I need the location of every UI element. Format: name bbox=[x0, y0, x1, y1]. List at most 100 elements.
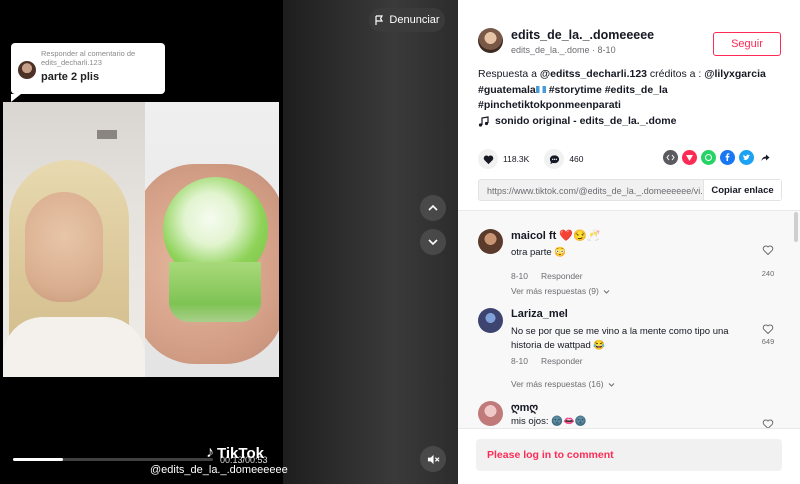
reply-comment-card: Responder al comentario de edits_decharl… bbox=[11, 43, 165, 102]
whatsapp-share-button[interactable] bbox=[701, 150, 716, 165]
author-username[interactable]: edits_de_la._.domeeeee bbox=[511, 28, 654, 42]
comment-like-count: 649 bbox=[761, 337, 775, 346]
person-shirt bbox=[3, 317, 145, 377]
mention-link[interactable]: @lilyxgarcia bbox=[704, 68, 766, 80]
view-more-replies[interactable]: Ver más respuestas (9) bbox=[511, 286, 610, 296]
sound-link[interactable]: sonido original - edits_de_la._.dome bbox=[478, 115, 676, 127]
sound-label: sonido original - edits_de_la._.dome bbox=[495, 115, 677, 127]
comment-item: Lariza_mel No se por que se me vino a la… bbox=[478, 308, 778, 373]
share-buttons bbox=[663, 150, 773, 165]
chevron-down-icon bbox=[428, 239, 438, 246]
comment-author[interactable]: Lariza_mel bbox=[511, 308, 568, 320]
like-count: 118.3K bbox=[503, 154, 530, 164]
reply-button[interactable]: Responder bbox=[541, 356, 583, 366]
desc-prefix: Respuesta a bbox=[478, 68, 540, 80]
comment-avatar[interactable] bbox=[478, 308, 503, 333]
comment-like-button[interactable] bbox=[761, 243, 775, 261]
heart-outline-icon bbox=[762, 419, 774, 428]
tiktok-logo-icon: ♪ bbox=[206, 444, 214, 461]
slime-jar bbox=[169, 262, 261, 322]
comment-date: 8-10 bbox=[511, 271, 529, 281]
next-video-button[interactable] bbox=[420, 229, 446, 255]
person-face bbox=[25, 192, 103, 302]
heart-icon bbox=[483, 155, 493, 164]
comment-text: No se por que se me vino a la mente como… bbox=[511, 326, 729, 351]
comment-button[interactable] bbox=[544, 149, 565, 169]
facebook-share-button[interactable] bbox=[720, 150, 735, 165]
tiktok-brand: TikTok bbox=[217, 444, 264, 462]
engagement-stats: 118.3K 460 bbox=[478, 149, 599, 169]
embed-icon bbox=[666, 154, 675, 161]
comment-text: mis ojos: 🌚👄🌚 bbox=[511, 416, 587, 427]
share-arrow-icon bbox=[761, 154, 770, 161]
desc-middle: créditos a : bbox=[647, 68, 705, 80]
reply-card-avatar bbox=[18, 61, 36, 79]
video-progress-bar[interactable] bbox=[13, 458, 213, 461]
tiktok-watermark: ♪ TikTok bbox=[206, 444, 264, 462]
comment-author[interactable]: ღmღ bbox=[511, 401, 538, 414]
follow-button[interactable]: Seguir bbox=[713, 32, 781, 56]
hashtag-link[interactable]: #pinchetiktokponmeenparati bbox=[478, 99, 621, 111]
author-avatar[interactable] bbox=[478, 28, 503, 53]
chevron-down-icon bbox=[608, 382, 614, 387]
view-more-replies-label: Ver más respuestas (16) bbox=[511, 379, 604, 389]
reply-button[interactable]: Responder bbox=[541, 271, 583, 281]
video-frame-left bbox=[3, 102, 145, 377]
mute-button[interactable] bbox=[420, 446, 446, 472]
comment-like-button[interactable] bbox=[761, 417, 775, 428]
author-info[interactable]: edits_de_la._.domeeeee edits_de_la._.dom… bbox=[478, 28, 654, 55]
comment-date: 8-10 bbox=[511, 356, 529, 366]
heart-outline-icon bbox=[762, 324, 774, 335]
video-progress-fill bbox=[13, 458, 63, 461]
author-subline: edits_de_la._.dome · 8-10 bbox=[511, 45, 616, 55]
comment-scrollbar[interactable] bbox=[794, 212, 798, 242]
mention-link[interactable]: @editss_decharli.123 bbox=[540, 68, 647, 80]
copy-link-button[interactable]: Copiar enlace bbox=[703, 180, 781, 200]
comment-meta: 8-10 Responder bbox=[511, 356, 583, 366]
comment-item: ღmღ mis ojos: 🌚👄🌚 bbox=[478, 401, 778, 428]
send-icon bbox=[686, 155, 693, 161]
comment-avatar[interactable] bbox=[478, 229, 503, 254]
comment-list[interactable]: maicol ft ❤️😏🥂 otra parte 😳 8-10 Responde… bbox=[458, 210, 800, 428]
report-label: Denunciar bbox=[389, 14, 440, 26]
more-share-button[interactable] bbox=[758, 150, 773, 165]
ceiling-vent bbox=[97, 130, 117, 139]
like-button[interactable] bbox=[478, 149, 498, 169]
music-note-icon bbox=[478, 115, 489, 127]
hashtag-link[interactable]: #guatemala bbox=[478, 84, 536, 96]
comment-text: otra parte 😳 bbox=[511, 247, 567, 258]
video-player[interactable]: Responder al comentario de edits_decharl… bbox=[0, 0, 458, 484]
embed-button[interactable] bbox=[663, 150, 678, 165]
view-more-replies-label: Ver más respuestas (9) bbox=[511, 286, 599, 296]
comment-avatar[interactable] bbox=[478, 401, 503, 426]
speaker-muted-icon bbox=[427, 454, 439, 464]
video-frame-right bbox=[145, 102, 279, 377]
chevron-up-icon bbox=[428, 204, 438, 211]
view-more-replies[interactable]: Ver más respuestas (16) bbox=[511, 379, 615, 389]
send-to-friends-button[interactable] bbox=[682, 150, 697, 165]
info-panel: edits_de_la._.domeeeee edits_de_la._.dom… bbox=[458, 0, 800, 484]
login-to-comment-button[interactable]: Please log in to comment bbox=[476, 439, 782, 471]
video-url[interactable]: https://www.tiktok.com/@edits_de_la._.do… bbox=[479, 180, 703, 200]
comment-icon bbox=[549, 154, 559, 164]
video-description: Respuesta a @editss_decharli.123 crédito… bbox=[478, 67, 783, 114]
heart-outline-icon bbox=[762, 245, 774, 256]
comment-author[interactable]: maicol ft ❤️😏🥂 bbox=[511, 229, 600, 242]
facebook-icon bbox=[725, 153, 730, 161]
comment-meta: 8-10 Responder bbox=[511, 271, 583, 281]
flag-emoji bbox=[535, 86, 546, 94]
twitter-share-button[interactable] bbox=[739, 150, 754, 165]
reply-card-text: parte 2 plis bbox=[41, 71, 100, 83]
comment-login-bar: Please log in to comment bbox=[458, 428, 800, 484]
whatsapp-icon bbox=[705, 154, 712, 161]
previous-video-button[interactable] bbox=[420, 195, 446, 221]
comment-count: 460 bbox=[569, 154, 584, 164]
chevron-down-icon bbox=[603, 289, 610, 294]
comment-item: maicol ft ❤️😏🥂 otra parte 😳 8-10 Responde… bbox=[478, 229, 778, 289]
hashtag-link[interactable]: #storytime #edits_de_la bbox=[546, 84, 668, 96]
reply-card-header: Responder al comentario de edits_decharl… bbox=[41, 49, 136, 67]
report-button[interactable]: Denunciar bbox=[369, 8, 445, 32]
copy-link-box: https://www.tiktok.com/@edits_de_la._.do… bbox=[478, 179, 782, 201]
flag-icon bbox=[375, 15, 384, 25]
comment-like-count: 240 bbox=[761, 269, 775, 278]
